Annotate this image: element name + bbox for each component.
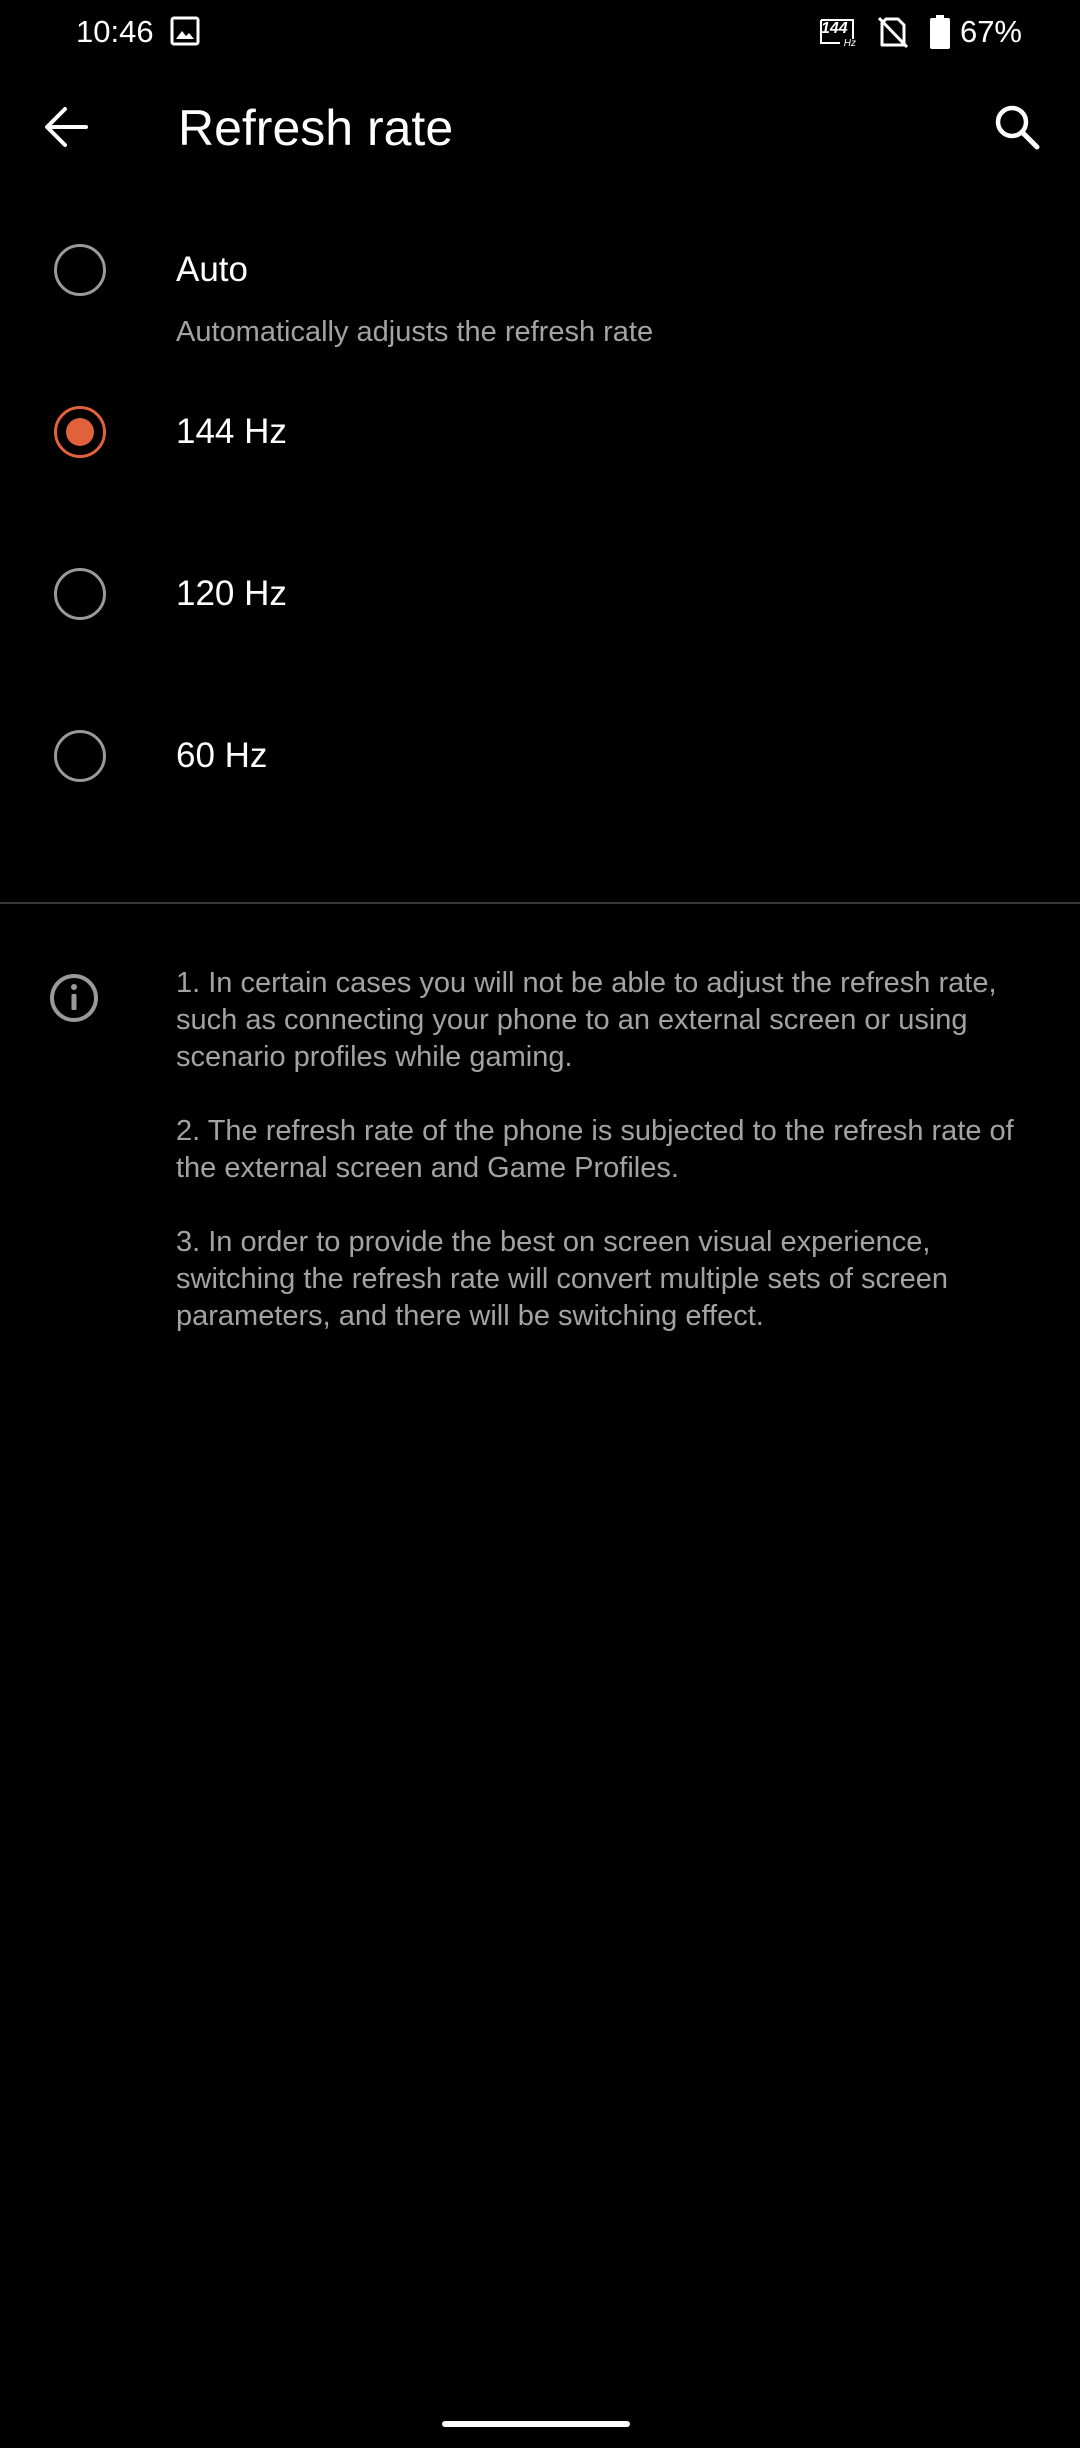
refresh-rate-144-icon: 144 Hz <box>818 17 856 49</box>
status-bar: 10:46 144 Hz 67% <box>0 0 1080 64</box>
battery-icon <box>929 15 950 49</box>
option-60hz-label: 60 Hz <box>176 736 268 775</box>
gallery-icon <box>170 16 200 46</box>
search-icon <box>995 105 1040 150</box>
option-auto[interactable]: Auto Automatically adjusts the refresh r… <box>0 228 1080 368</box>
option-144hz[interactable]: 144 Hz <box>0 380 1080 488</box>
back-arrow-icon <box>45 107 88 147</box>
radio-120hz[interactable] <box>54 568 106 620</box>
app-bar: Refresh rate <box>0 64 1080 190</box>
refresh-badge-number: 144 <box>820 20 848 37</box>
option-auto-summary: Automatically adjusts the refresh rate <box>176 316 654 348</box>
search-button[interactable] <box>984 94 1050 160</box>
battery-percent: 67% <box>959 14 1022 49</box>
divider <box>0 902 1080 904</box>
refresh-badge-unit: Hz <box>843 38 856 49</box>
option-144hz-label: 144 Hz <box>176 412 287 451</box>
info-note-3: 3. In order to provide the best on scree… <box>176 1226 949 1332</box>
home-indicator[interactable] <box>442 2421 630 2427</box>
info-note-2: 2. The refresh rate of the phone is subj… <box>176 1115 1014 1184</box>
info-note-1: 1. In certain cases you will not be able… <box>176 967 997 1073</box>
status-icons: 144 Hz 67% <box>818 12 1022 52</box>
status-time: 10:46 <box>76 14 154 49</box>
radio-auto[interactable] <box>54 244 106 296</box>
option-60hz[interactable]: 60 Hz <box>0 704 1080 812</box>
option-auto-label: Auto <box>176 250 248 289</box>
radio-60hz[interactable] <box>54 730 106 782</box>
back-button[interactable] <box>34 95 98 159</box>
info-notes: 1. In certain cases you will not be able… <box>176 965 1036 1372</box>
radio-144hz[interactable] <box>54 406 106 458</box>
no-sim-icon <box>877 16 908 48</box>
info-icon <box>50 974 98 1022</box>
option-120hz-label: 120 Hz <box>176 574 287 613</box>
page-title: Refresh rate <box>178 100 454 156</box>
option-120hz[interactable]: 120 Hz <box>0 542 1080 650</box>
